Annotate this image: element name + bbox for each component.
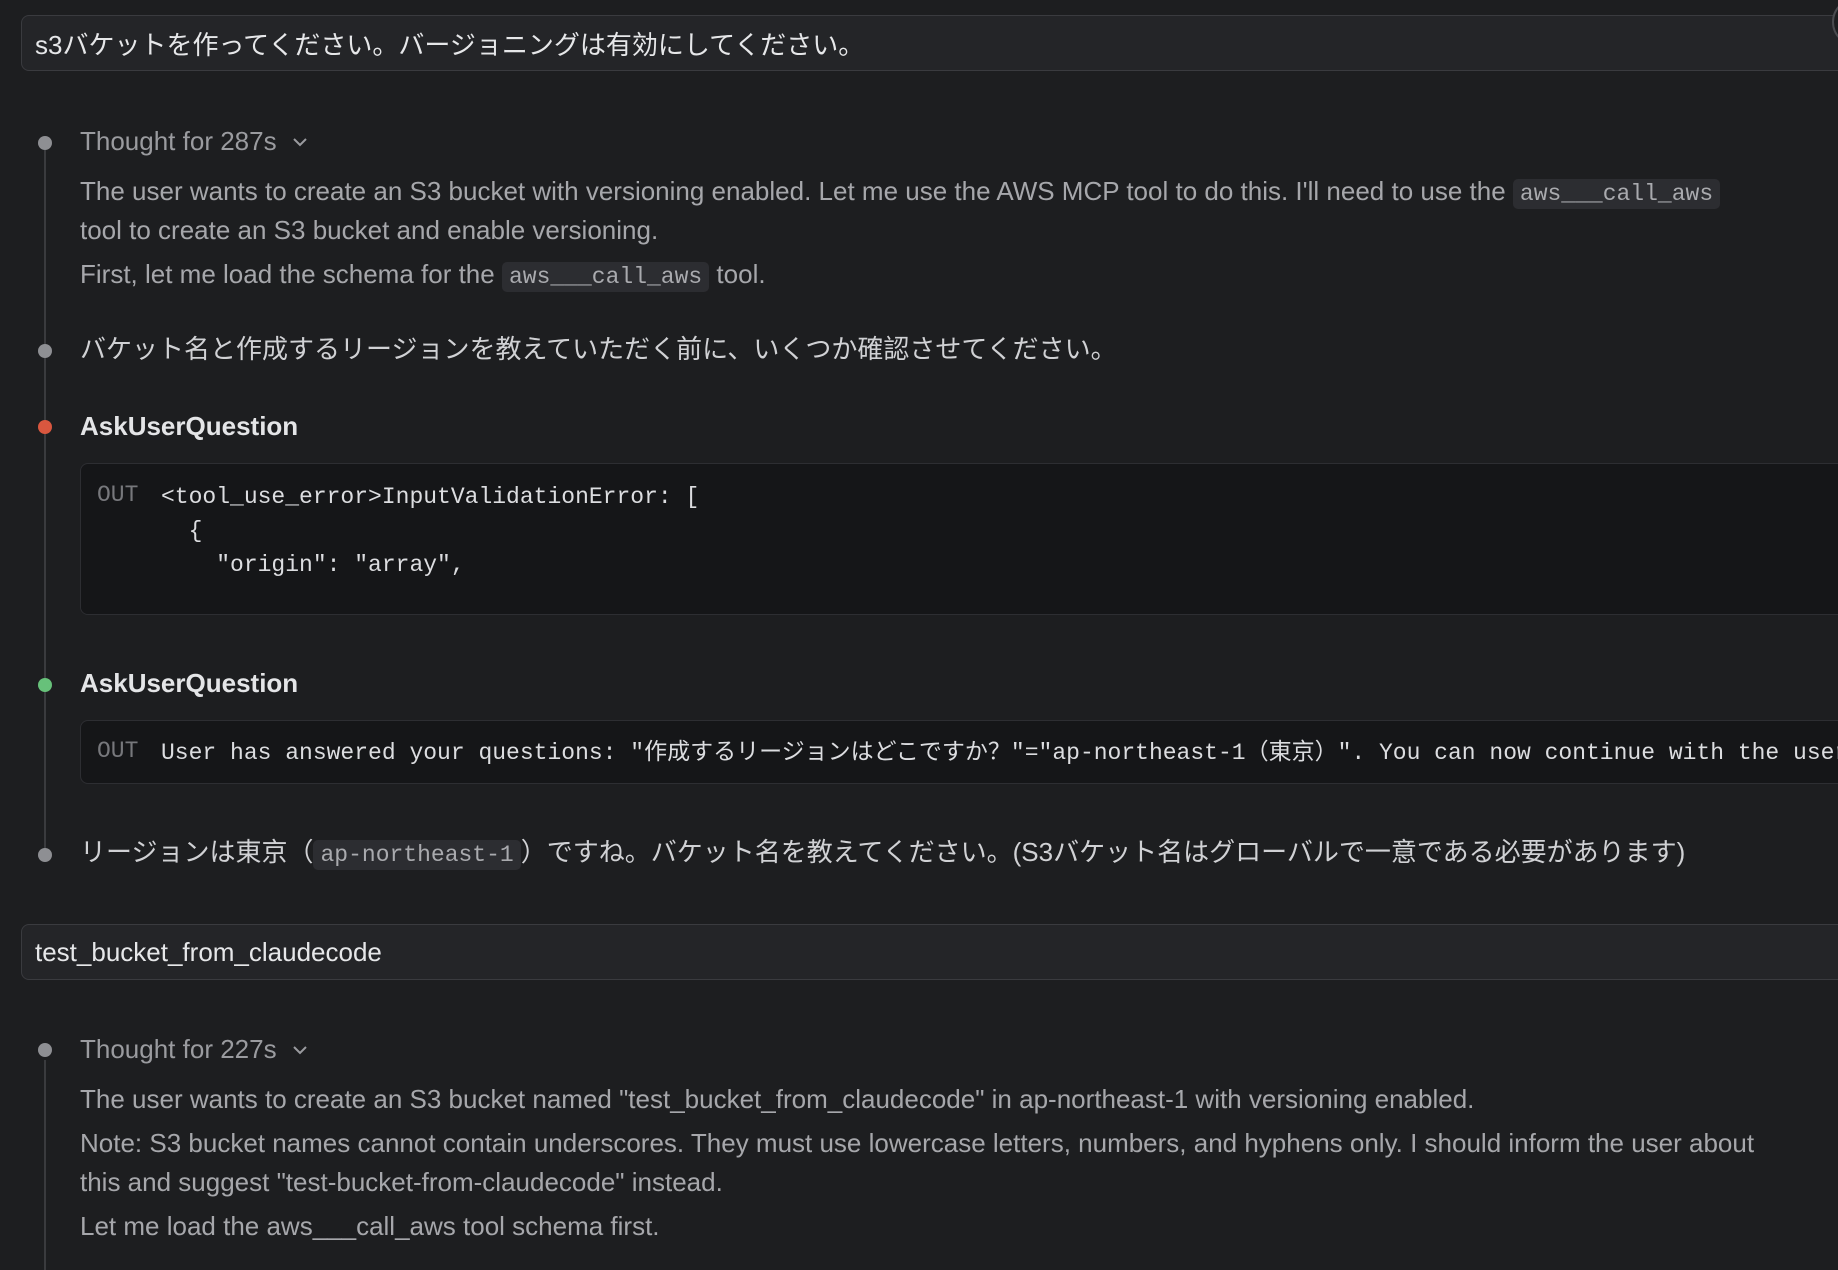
user-message-1: s3バケットを作ってください。バージョニングは有効にしてください。 bbox=[21, 0, 1838, 71]
thought-2-line-2: Note: S3 bucket names cannot contain und… bbox=[80, 1128, 1755, 1158]
tool-1-output[interactable]: OUT <tool_use_error>InputValidationError… bbox=[80, 463, 1838, 615]
timeline-rail-1 bbox=[44, 150, 46, 855]
tool-1-error-dot bbox=[38, 420, 52, 434]
thought-1-line-1-text: The user wants to create an S3 bucket wi… bbox=[80, 176, 1513, 206]
tool-1-output-line-1: <tool_use_error>InputValidationError: [ bbox=[161, 484, 700, 510]
thought-2-line-3: this and suggest "test-bucket-from-claud… bbox=[80, 1167, 723, 1197]
assistant-message-1-dot bbox=[38, 344, 52, 358]
chevron-down-icon bbox=[292, 137, 307, 146]
thought-1-line-1: The user wants to create an S3 bucket wi… bbox=[80, 172, 1721, 214]
user-message-2: test_bucket_from_claudecode bbox=[21, 924, 1838, 980]
thought-1-line-3-post: tool. bbox=[709, 259, 766, 289]
user-message-1-text: s3バケットを作ってください。バージョニングは有効にしてください。 bbox=[35, 29, 865, 60]
tool-2-title: AskUserQuestion bbox=[80, 668, 299, 698]
assistant-message-2: リージョンは東京（ ap-northeast-1 ）ですね。バケット名を教えてくださ… bbox=[80, 833, 1685, 875]
tool-1-output-line-2: { bbox=[161, 518, 203, 544]
thought-1-label: Thought for 287s bbox=[80, 126, 277, 156]
thought-2-line-1: The user wants to create an S3 bucket na… bbox=[80, 1084, 1475, 1114]
thought-1-line-3-pre: First, let me load the schema for the bbox=[80, 259, 502, 289]
assistant-message-1: バケット名と作成するリージョンを教えていただく前に、いくつか確認させてください。 bbox=[80, 334, 1117, 364]
inline-code: aws___call_aws bbox=[501, 262, 710, 292]
thought-1-dot bbox=[38, 136, 52, 150]
output-fade bbox=[81, 574, 1838, 614]
assistant-message-2-pre: リージョンは東京（ bbox=[80, 837, 314, 867]
tool-2-output-text: User has answered your questions: "作成するリ… bbox=[161, 740, 1838, 766]
user-message-2-text: test_bucket_from_claudecode bbox=[35, 936, 382, 967]
thought-1-toggle[interactable]: Thought for 287s bbox=[80, 126, 309, 157]
assistant-message-2-post: ）ですね。バケット名を教えてください。(S3バケット名はグローバルで一意である必… bbox=[520, 837, 1686, 867]
out-label: OUT bbox=[97, 738, 139, 764]
thought-2-line-4: Let me load the aws___call_aws tool sche… bbox=[80, 1211, 660, 1241]
tool-2-output[interactable]: OUT User has answered your questions: "作… bbox=[80, 720, 1838, 784]
out-label: OUT bbox=[97, 482, 139, 508]
chevron-down-icon bbox=[292, 1045, 307, 1054]
thought-2-dot bbox=[38, 1043, 52, 1057]
scroll-button[interactable] bbox=[1832, 0, 1838, 46]
inline-code: aws___call_aws bbox=[1512, 179, 1721, 209]
assistant-message-2-dot bbox=[38, 848, 52, 862]
timeline-rail-2 bbox=[44, 1060, 46, 1270]
thought-1-line-2: tool to create an S3 bucket and enable v… bbox=[80, 215, 659, 245]
tool-1-title: AskUserQuestion bbox=[80, 411, 299, 441]
tool-2-success-dot bbox=[38, 678, 52, 692]
thought-2-toggle[interactable]: Thought for 227s bbox=[80, 1034, 309, 1065]
inline-code: ap-northeast-1 bbox=[313, 840, 521, 870]
thought-1-line-3: First, let me load the schema for the aw… bbox=[80, 255, 766, 297]
thought-2-label: Thought for 227s bbox=[80, 1034, 277, 1064]
